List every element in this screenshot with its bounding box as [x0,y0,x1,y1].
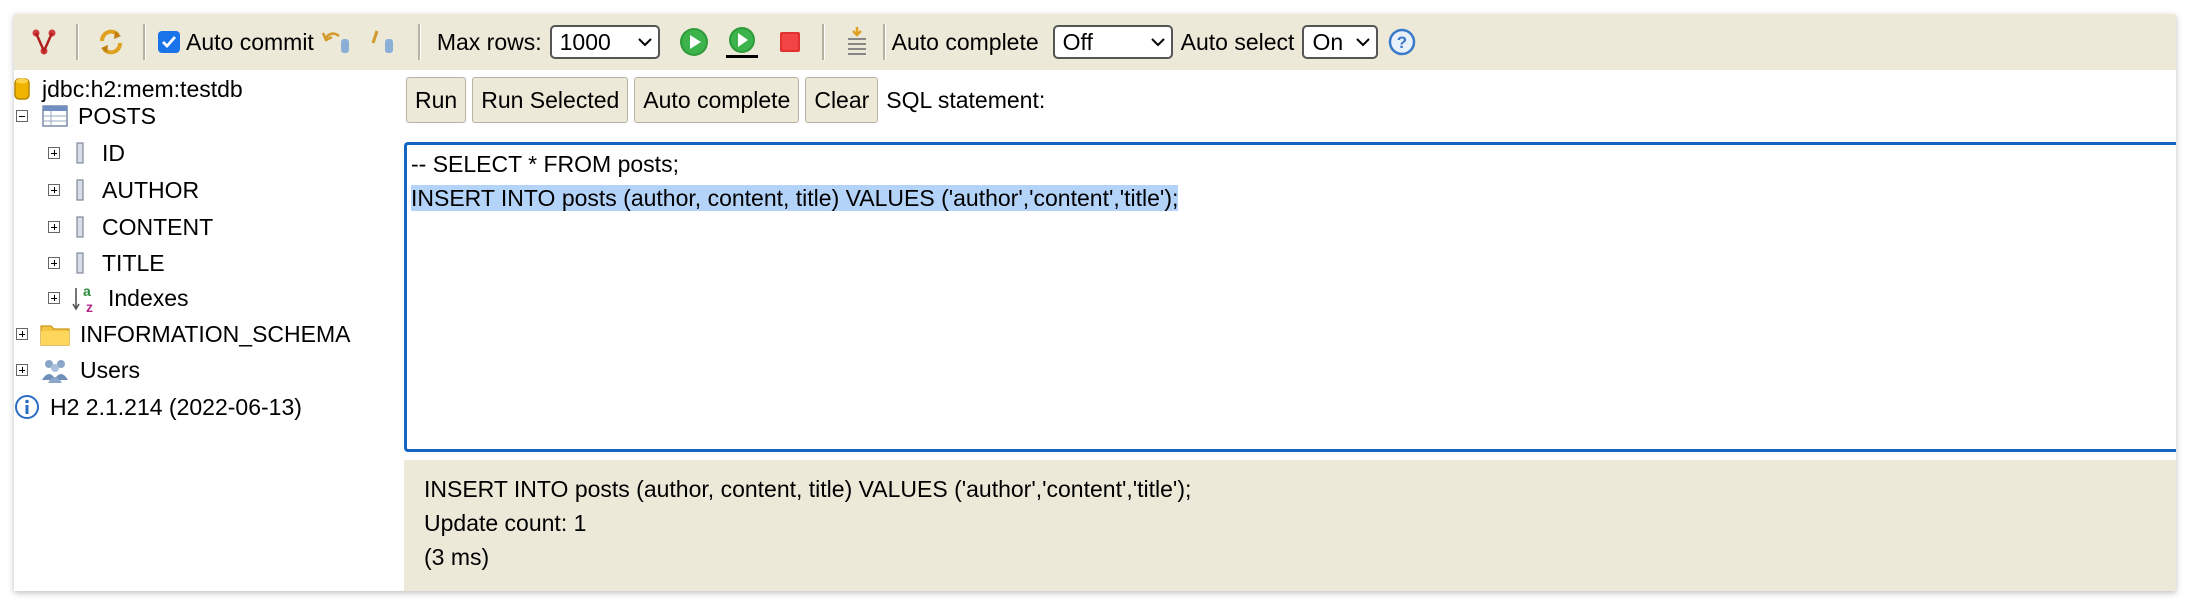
column-icon [76,142,84,164]
query-panel: Run Run Selected Auto complete Clear SQL… [404,70,2176,591]
max-rows-value: 1000 [559,28,611,55]
clear-button[interactable]: Clear [805,77,879,123]
toolbar-separator [821,24,825,60]
history-icon[interactable] [837,22,877,62]
tree-users[interactable]: Users [16,354,140,386]
toolbar-separator [882,24,886,60]
chevron-down-icon [637,38,652,47]
expand-icon[interactable] [48,147,60,159]
help-icon[interactable]: ? [1382,22,1422,62]
schema-name: INFORMATION_SCHEMA [80,320,351,347]
svg-text:z: z [86,299,93,314]
tree-column[interactable]: ID [48,137,125,169]
toolbar-separator [417,24,421,60]
info-icon [14,394,40,420]
tree-indexes[interactable]: a z Indexes [48,282,189,314]
expand-icon[interactable] [16,364,28,376]
expand-icon[interactable] [48,221,60,233]
run-selected-icon[interactable] [722,22,762,62]
stop-icon[interactable] [770,22,810,62]
auto-complete-label: Auto complete [891,28,1039,55]
h2-console-window: Auto commit Max rows: 1000 Auto complete… [14,14,2176,591]
auto-complete-value: Off [1062,28,1093,55]
editor-line-selected: INSERT INTO posts (author, content, titl… [411,185,1179,212]
svg-text:?: ? [1397,33,1407,52]
column-icon [76,179,84,201]
column-name: AUTHOR [102,176,200,203]
result-panel: INSERT INTO posts (author, content, titl… [404,460,2176,591]
disconnect-icon[interactable] [24,22,64,62]
column-name: TITLE [102,249,165,276]
sort-az-icon: a z [72,282,100,314]
table-icon [42,105,68,127]
auto-select-label: Auto select [1180,28,1295,55]
expand-icon[interactable] [48,184,60,196]
database-icon [14,76,30,102]
run-selected-button[interactable]: Run Selected [472,77,629,123]
column-name: ID [102,139,125,166]
tree-column[interactable]: AUTHOR [48,174,199,206]
users-icon [40,356,70,384]
auto-complete-select[interactable]: Off [1052,25,1173,59]
run-icon[interactable] [674,22,714,62]
expand-icon[interactable] [48,257,60,269]
max-rows-select[interactable]: 1000 [549,25,660,59]
toolbar: Auto commit Max rows: 1000 Auto complete… [14,14,2176,70]
connection-url: jdbc:h2:mem:testdb [42,75,243,102]
chevron-down-icon [1356,38,1371,47]
expand-icon[interactable] [16,328,28,340]
folder-icon [40,322,70,346]
selected-text: INSERT INTO posts (author, content, titl… [411,185,1179,211]
commit-icon[interactable] [366,22,406,62]
toolbar-separator [143,24,146,60]
tree-schema[interactable]: INFORMATION_SCHEMA [16,318,350,350]
result-time: (3 ms) [424,544,490,570]
version-label: H2 2.1.214 (2022-06-13) [50,393,302,420]
editor-line: -- SELECT * FROM posts; [411,151,679,177]
refresh-icon[interactable] [91,22,131,62]
expand-icon[interactable] [48,292,60,304]
indexes-label: Indexes [108,284,189,311]
tree-version: H2 2.1.214 (2022-06-13) [14,391,302,423]
auto-select-select[interactable]: On [1302,25,1379,59]
run-button[interactable]: Run [406,77,467,123]
collapse-icon[interactable] [16,110,28,122]
chevron-down-icon [1150,38,1165,47]
auto-select-value: On [1312,28,1344,55]
tree-column[interactable]: CONTENT [48,211,213,243]
sql-editor[interactable]: -- SELECT * FROM posts; INSERT INTO post… [404,142,2176,452]
svg-text:a: a [83,283,91,299]
users-label: Users [80,356,141,383]
sql-statement-label: SQL statement: [886,86,1046,113]
query-button-bar: Run Run Selected Auto complete Clear SQL… [404,70,1045,130]
rollback-icon[interactable] [318,22,358,62]
auto-commit-label: Auto commit [186,28,314,55]
column-icon [76,216,84,238]
max-rows-label: Max rows: [436,28,542,55]
table-name: POSTS [78,102,156,129]
result-statement: INSERT INTO posts (author, content, titl… [424,476,1192,502]
checkbox-checked-icon[interactable] [158,31,180,53]
toolbar-separator [76,24,79,60]
auto-commit-checkbox[interactable]: Auto commit [158,29,314,56]
result-update-count: Update count: 1 [424,510,587,536]
auto-complete-button[interactable]: Auto complete [634,77,800,123]
object-tree: jdbc:h2:mem:testdb POSTS ID AUTHOR CONTE… [14,70,404,591]
tree-table-posts[interactable]: POSTS [16,100,156,132]
column-name: CONTENT [102,213,214,240]
column-icon [76,252,84,274]
tree-column[interactable]: TITLE [48,247,165,279]
